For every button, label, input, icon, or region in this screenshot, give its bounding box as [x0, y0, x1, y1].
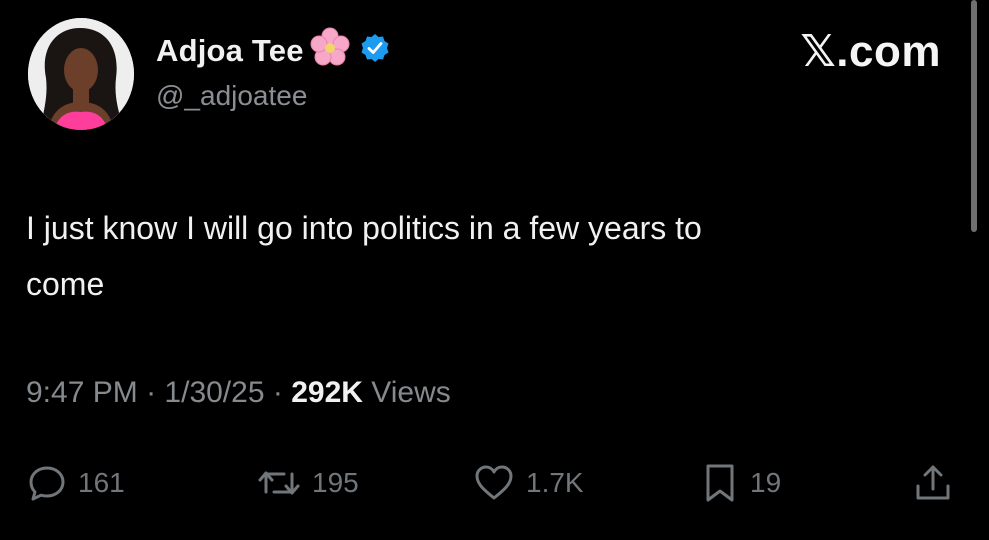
- views-count: 292K: [291, 376, 363, 409]
- views-label: Views: [371, 376, 451, 409]
- meta-separator: ·: [272, 376, 283, 409]
- like-count: 1.7K: [526, 467, 584, 498]
- reply-button[interactable]: 161: [26, 462, 125, 504]
- share-icon: [912, 462, 954, 504]
- bookmark-button[interactable]: 19: [700, 462, 781, 504]
- tweet-date[interactable]: 1/30/25: [164, 376, 264, 409]
- repost-button[interactable]: 195: [256, 462, 359, 504]
- reply-count: 161: [78, 467, 125, 498]
- tweet-text-line-1: I just know I will go into politics in a…: [26, 210, 702, 246]
- reply-icon: [26, 462, 68, 504]
- author-handle[interactable]: @_adjoatee: [156, 80, 307, 112]
- tweet-meta: 9:47 PM · 1/30/25 · 292K Views: [26, 376, 451, 410]
- tweet-text-line-2: come: [26, 266, 105, 302]
- share-button[interactable]: [912, 462, 954, 504]
- like-button[interactable]: 1.7K: [472, 462, 584, 504]
- repost-icon: [256, 462, 302, 504]
- bookmark-count: 19: [750, 467, 782, 498]
- like-icon: [472, 462, 516, 504]
- verified-badge-icon: [352, 33, 390, 68]
- bookmark-icon: [700, 462, 740, 504]
- author-name-row: Adjoa Tee: [156, 26, 390, 75]
- avatar[interactable]: [28, 18, 134, 130]
- action-bar: 161 195 1.7K 19: [0, 458, 989, 508]
- meta-separator: ·: [146, 376, 157, 409]
- tweet-text: I just know I will go into politics in a…: [26, 200, 956, 312]
- repost-count: 195: [312, 467, 359, 498]
- tweet-time[interactable]: 9:47 PM: [26, 376, 138, 409]
- author-name[interactable]: Adjoa Tee: [156, 33, 304, 69]
- brand-logo: 𝕏.com: [800, 27, 941, 76]
- scrollbar[interactable]: [971, 0, 977, 232]
- cherry-blossom-icon: [304, 26, 352, 75]
